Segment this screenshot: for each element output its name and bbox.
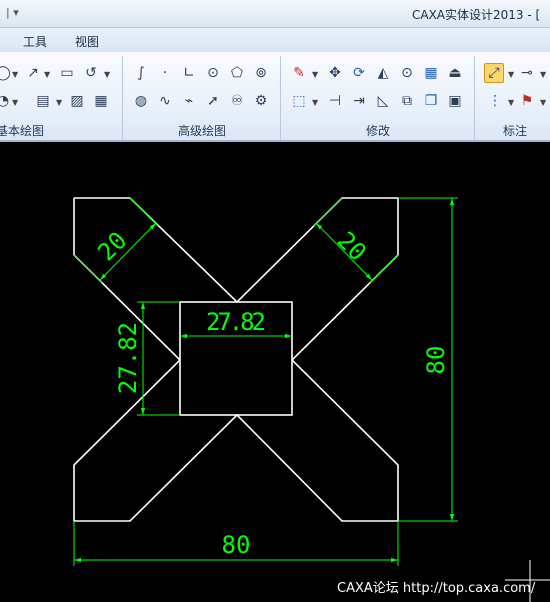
chamfer-tool-icon[interactable]: ◺ xyxy=(374,92,392,110)
spline-tool-icon[interactable]: ∫ xyxy=(132,64,150,82)
chevron-down-icon[interactable]: ▼ xyxy=(12,70,18,79)
chevron-down-icon[interactable]: ▼ xyxy=(312,98,318,107)
chevron-down-icon[interactable]: ▼ xyxy=(540,70,546,79)
menu-view[interactable]: 视图 xyxy=(75,33,99,50)
move-tool-icon[interactable]: ✥ xyxy=(326,64,344,82)
stretch-tool-icon[interactable]: ⏏ xyxy=(446,64,464,82)
coordinate-dimension-icon[interactable]: ⊸ xyxy=(518,64,536,82)
trim-tool-icon[interactable]: ⊣ xyxy=(326,92,344,110)
hatch-circle-tool-icon[interactable]: ◍ xyxy=(132,92,150,110)
circle-tool-icon[interactable]: ◯ xyxy=(0,64,12,82)
chevron-down-icon[interactable]: ▼ xyxy=(56,98,62,107)
ellipse-tool-icon[interactable]: ⊙ xyxy=(204,64,222,82)
hatch-tool-icon[interactable]: ▨ xyxy=(68,92,86,110)
dimension-total-height: 80 xyxy=(422,346,450,375)
break-line-tool-icon[interactable]: ⌁ xyxy=(180,92,198,110)
group-annotate: 标注 xyxy=(503,124,528,138)
image-tool-icon[interactable]: ▦ xyxy=(92,92,110,110)
menu-bar: 工具 视图 xyxy=(0,28,550,52)
rectangle-tool-icon[interactable]: ▭ xyxy=(58,64,76,82)
eraser-tool-icon[interactable]: ✎ xyxy=(290,64,308,82)
dimension-square-width: 27.82 xyxy=(206,308,266,336)
dimension-square-height: 27.82 xyxy=(114,322,142,394)
dimension-tool-icon[interactable]: ⤢ xyxy=(484,63,504,83)
point-tool-icon[interactable]: · xyxy=(156,64,174,82)
mirror-tool-icon[interactable]: ◭ xyxy=(374,64,392,82)
group-divider xyxy=(122,56,123,140)
rotate-tool-icon[interactable]: ⟳ xyxy=(350,64,368,82)
leader-tool-icon[interactable]: ⋮ xyxy=(486,92,504,110)
polyline-tool-icon[interactable]: ↗ xyxy=(24,64,42,82)
fillet-tool-icon[interactable]: ◔ xyxy=(0,92,12,110)
extend-tool-icon[interactable]: ⇥ xyxy=(350,92,368,110)
array-tool-icon[interactable]: ▦ xyxy=(422,64,440,82)
text-style-tool-icon[interactable]: ⚑ xyxy=(518,92,536,110)
drawing-canvas[interactable]: 27.82 27.82 20 20 80 80 xyxy=(0,142,550,602)
offset-tool-icon[interactable]: ⧉ xyxy=(398,92,416,110)
scale-tool-icon[interactable]: ⊙ xyxy=(398,64,416,82)
window-select-tool-icon[interactable]: ⬚ xyxy=(290,92,308,110)
copy-tool-icon[interactable]: ❐ xyxy=(422,92,440,110)
polygon-tool-icon[interactable]: ⬠ xyxy=(228,64,246,82)
window-title: CAXA实体设计2013 - [ xyxy=(412,8,541,22)
chevron-down-icon[interactable]: ▼ xyxy=(508,70,514,79)
explode-tool-icon[interactable]: ▣ xyxy=(446,92,464,110)
chevron-down-icon[interactable]: ▼ xyxy=(312,70,318,79)
title-bar: | ▾ CAXA实体设计2013 - [ xyxy=(0,0,550,28)
group-advanced-drawing: 高级绘图 xyxy=(178,124,227,138)
dimension-left-arm: 20 xyxy=(92,226,132,266)
ribbon-toolbar: ◯ ▼ ↗ ▼ ▭ ↺ ▼ ◔ ▼ ▤ ▼ ▨ ▦ 基本绘图 ∫ · ∟ ⊙ ⬠… xyxy=(0,52,550,142)
group-basic-drawing: 基本绘图 xyxy=(0,124,45,138)
forum-watermark: CAXA论坛 http://top.caxa.com/ xyxy=(337,581,536,596)
chevron-down-icon[interactable]: ▼ xyxy=(540,98,546,107)
quick-access-toolbar[interactable]: | ▾ xyxy=(6,6,19,19)
arc-tool-icon[interactable]: ↺ xyxy=(82,64,100,82)
menu-tools[interactable]: 工具 xyxy=(23,33,47,50)
group-modify: 修改 xyxy=(366,124,391,138)
chevron-down-icon[interactable]: ▼ xyxy=(104,70,110,79)
wave-line-tool-icon[interactable]: ∿ xyxy=(156,92,174,110)
group-divider xyxy=(474,56,475,140)
chevron-down-icon[interactable]: ▼ xyxy=(508,98,514,107)
center-line-tool-icon[interactable]: ⊚ xyxy=(252,64,270,82)
block-tool-icon[interactable]: ▤ xyxy=(34,92,52,110)
angle-line-tool-icon[interactable]: ∟ xyxy=(180,64,198,82)
arrow-tool-icon[interactable]: ➚ xyxy=(204,92,222,110)
group-divider xyxy=(280,56,281,140)
gear-tool-icon[interactable]: ⚙ xyxy=(252,92,270,110)
chevron-down-icon[interactable]: ▼ xyxy=(12,98,18,107)
dimension-total-width: 80 xyxy=(222,531,251,559)
dimension-right-arm: 20 xyxy=(332,226,372,266)
contour-tool-icon[interactable]: ♾ xyxy=(228,92,246,110)
chevron-down-icon[interactable]: ▼ xyxy=(44,70,50,79)
